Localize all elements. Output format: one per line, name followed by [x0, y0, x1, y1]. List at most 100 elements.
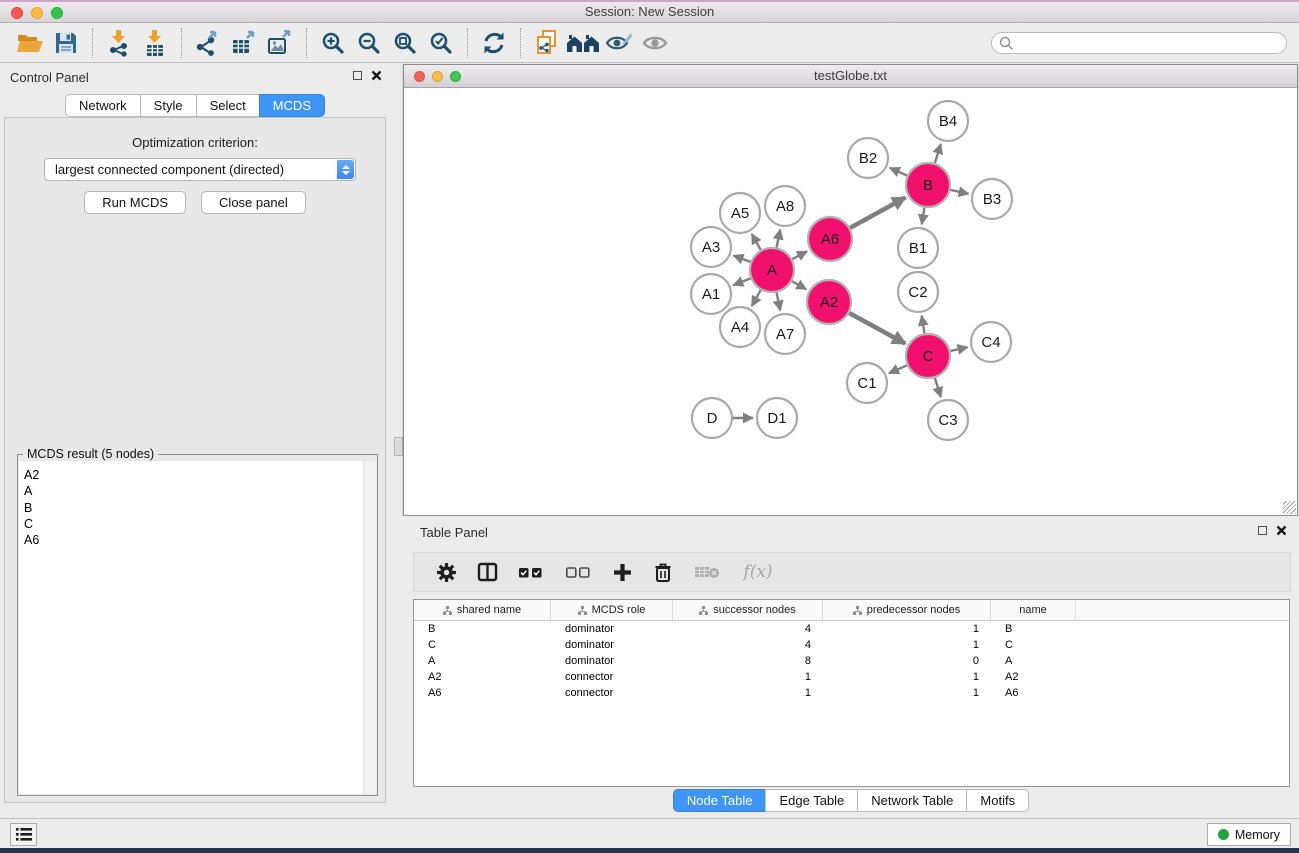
cell-name[interactable]: B — [991, 621, 1076, 637]
import-network-button[interactable] — [101, 27, 137, 59]
edge-A-A8[interactable] — [777, 230, 781, 248]
node-A1[interactable]: A1 — [691, 274, 731, 314]
network-zoom-button[interactable] — [450, 71, 461, 82]
cell-mcds-role[interactable]: dominator — [551, 621, 673, 637]
edge-B-B2[interactable] — [890, 168, 907, 176]
export-image-button[interactable] — [262, 27, 298, 59]
zoom-out-button[interactable] — [351, 27, 387, 59]
delete-column-button[interactable] — [651, 559, 675, 585]
zoom-selected-button[interactable] — [423, 27, 459, 59]
cell-predecessor-nodes[interactable]: 1 — [823, 637, 991, 653]
close-panel-button[interactable]: Close panel — [201, 191, 306, 214]
column-header-mcds-role[interactable]: MCDS role — [551, 600, 673, 620]
memory-button[interactable]: Memory — [1207, 823, 1291, 846]
edge-A-A2[interactable] — [792, 281, 806, 289]
node-C1[interactable]: C1 — [847, 363, 887, 403]
edge-B-B1[interactable] — [922, 208, 925, 225]
add-column-button[interactable] — [610, 559, 634, 585]
node-A3[interactable]: A3 — [691, 227, 731, 267]
cell-shared-name[interactable]: A6 — [414, 685, 551, 701]
cell-mcds-role[interactable]: dominator — [551, 653, 673, 669]
close-table-panel-icon[interactable] — [1276, 525, 1287, 536]
cell-shared-name[interactable]: B — [414, 621, 551, 637]
node-D1[interactable]: D1 — [757, 398, 797, 438]
cell-name[interactable]: C — [991, 637, 1076, 653]
tab-node-table[interactable]: Node Table — [673, 789, 767, 812]
select-all-button[interactable] — [516, 559, 546, 585]
table-row-b[interactable]: Bdominator41B — [414, 621, 1289, 637]
node-A4[interactable]: A4 — [720, 307, 760, 347]
show-columns-button[interactable] — [475, 559, 499, 585]
column-header-shared-name[interactable]: shared name — [414, 600, 551, 620]
delete-table-button-disabled[interactable] — [692, 559, 722, 585]
run-mcds-button[interactable]: Run MCDS — [84, 191, 186, 214]
node-D[interactable]: D — [692, 398, 732, 438]
network-close-button[interactable] — [414, 71, 425, 82]
task-history-button[interactable] — [10, 823, 37, 846]
cell-name[interactable]: A — [991, 653, 1076, 669]
criterion-dropdown[interactable]: largest connected component (directed) — [44, 158, 356, 181]
node-B2[interactable]: B2 — [848, 138, 888, 178]
table-row-c[interactable]: Cdominator41C — [414, 637, 1289, 653]
show-all-button[interactable] — [637, 27, 673, 59]
cell-shared-name[interactable]: A — [414, 653, 551, 669]
node-C4[interactable]: C4 — [971, 322, 1011, 362]
export-network-button[interactable] — [190, 27, 226, 59]
table-row-a6[interactable]: A6connector11A6 — [414, 685, 1289, 701]
edge-A2-C[interactable] — [849, 313, 905, 344]
edge-A-A3[interactable] — [733, 255, 750, 261]
edge-C-C3[interactable] — [935, 378, 941, 397]
node-B4[interactable]: B4 — [928, 101, 968, 141]
close-window-button[interactable] — [11, 7, 23, 19]
cell-successor-nodes[interactable]: 8 — [673, 653, 823, 669]
cell-predecessor-nodes[interactable]: 0 — [823, 653, 991, 669]
window-resize-grip[interactable] — [1283, 501, 1296, 514]
cell-shared-name[interactable]: A2 — [414, 669, 551, 685]
close-panel-icon[interactable] — [371, 70, 382, 81]
edge-A-A6[interactable] — [792, 251, 807, 259]
node-B[interactable]: B — [906, 163, 950, 207]
node-C3[interactable]: C3 — [928, 400, 968, 440]
zoom-fit-button[interactable] — [387, 27, 423, 59]
zoom-in-button[interactable] — [315, 27, 351, 59]
column-header-successor-nodes[interactable]: successor nodes — [673, 600, 823, 620]
table-row-a[interactable]: Adominator80A — [414, 653, 1289, 669]
table-settings-button[interactable] — [434, 559, 458, 585]
table-row-a2[interactable]: A2connector11A2 — [414, 669, 1289, 685]
function-builder-button-disabled[interactable]: f(x) — [739, 559, 777, 585]
cell-mcds-role[interactable]: dominator — [551, 637, 673, 653]
cell-predecessor-nodes[interactable]: 1 — [823, 685, 991, 701]
search-input[interactable] — [991, 32, 1287, 54]
network-window-titlebar[interactable]: testGlobe.txt — [404, 65, 1297, 88]
tab-style[interactable]: Style — [140, 94, 197, 117]
tab-select[interactable]: Select — [196, 94, 260, 117]
edge-A-A5[interactable] — [752, 234, 761, 250]
zoom-window-button[interactable] — [51, 7, 63, 19]
edge-C-C2[interactable] — [922, 316, 925, 334]
import-table-button[interactable] — [137, 27, 173, 59]
open-session-button[interactable] — [12, 27, 48, 59]
clone-network-button[interactable] — [529, 27, 565, 59]
tab-motifs[interactable]: Motifs — [966, 789, 1029, 812]
cell-mcds-role[interactable]: connector — [551, 669, 673, 685]
column-header-name[interactable]: name — [991, 600, 1076, 620]
node-A5[interactable]: A5 — [720, 193, 760, 233]
tab-edge-table[interactable]: Edge Table — [765, 789, 858, 812]
result-scrollbar[interactable] — [363, 461, 376, 794]
cell-name[interactable]: A6 — [991, 685, 1076, 701]
result-item-a6[interactable]: A6 — [24, 532, 362, 548]
hide-selected-button[interactable] — [601, 27, 637, 59]
edge-B-B4[interactable] — [935, 144, 941, 163]
float-table-panel-icon[interactable] — [1258, 526, 1267, 535]
tab-network-table[interactable]: Network Table — [857, 789, 967, 812]
network-minimize-button[interactable] — [432, 71, 443, 82]
result-item-a2[interactable]: A2 — [24, 467, 362, 483]
cell-successor-nodes[interactable]: 4 — [673, 637, 823, 653]
node-A7[interactable]: A7 — [765, 314, 805, 354]
node-C2[interactable]: C2 — [898, 272, 938, 312]
minimize-window-button[interactable] — [31, 7, 43, 19]
node-A2[interactable]: A2 — [807, 280, 851, 324]
edge-A-A7[interactable] — [777, 293, 781, 311]
node-B3[interactable]: B3 — [972, 179, 1012, 219]
tab-network[interactable]: Network — [65, 94, 141, 117]
